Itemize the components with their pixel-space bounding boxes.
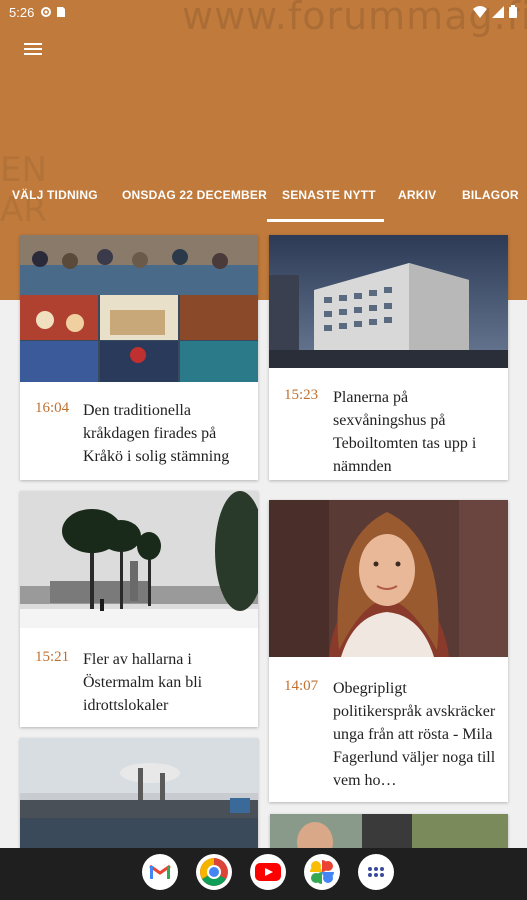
article-headline: Den traditionella kråkdagen firades på K… — [83, 402, 230, 465]
article-time: 15:21 — [35, 649, 70, 665]
status-bar: 5:26 — [0, 0, 527, 24]
article-image — [20, 491, 258, 628]
navigation-bar — [0, 848, 527, 900]
menu-icon[interactable] — [22, 40, 44, 58]
article-image — [20, 738, 258, 848]
sim-card-icon — [57, 7, 66, 17]
article-image — [20, 235, 258, 382]
article-headline: Fler av hallarna i Östermalm kan bli idr… — [83, 651, 203, 714]
tab-valj-tidning[interactable]: VÄLJ TIDNING — [12, 188, 98, 202]
tab-bilagor[interactable]: BILAGOR — [462, 188, 519, 202]
article-card[interactable]: 14:07 Obegripligt politikerspråk avskräc… — [269, 500, 508, 802]
article-time: 14:07 — [284, 678, 319, 694]
article-card[interactable]: 15:21 Fler av hallarna i Östermalm kan b… — [20, 491, 258, 727]
article-image — [269, 235, 508, 368]
photos-icon[interactable] — [304, 854, 340, 890]
article-image — [270, 814, 508, 848]
article-card[interactable]: 15:23 Planerna på sexvåningshus på Teboi… — [269, 235, 508, 480]
wifi-icon — [473, 5, 487, 18]
article-card[interactable] — [270, 814, 508, 848]
article-image — [269, 500, 508, 657]
article-headline: Obegripligt politikerspråk avskräcker un… — [333, 680, 496, 789]
status-time: 5:26 — [9, 4, 35, 20]
active-tab-indicator — [267, 219, 384, 222]
app-dock — [142, 854, 394, 890]
chrome-icon[interactable] — [196, 854, 232, 890]
signal-icon — [492, 5, 504, 18]
tab-arkiv[interactable]: ARKIV — [398, 188, 436, 202]
youtube-icon[interactable] — [250, 854, 286, 890]
article-card[interactable]: 16:04 Den traditionella kråkdagen firade… — [20, 235, 258, 480]
article-time: 15:23 — [284, 387, 319, 403]
article-headline: Planerna på sexvåningshus på Teboiltomte… — [333, 389, 477, 475]
article-time: 16:04 — [35, 400, 70, 416]
tab-onsdag[interactable]: ONSDAG 22 DECEMBER — [122, 188, 267, 202]
tab-bar: VÄLJ TIDNING ONSDAG 22 DECEMBER SENASTE … — [0, 180, 527, 224]
battery-icon — [509, 5, 517, 18]
article-card[interactable] — [20, 738, 258, 848]
app-drawer-icon[interactable] — [358, 854, 394, 890]
tab-senaste-nytt[interactable]: SENASTE NYTT — [282, 188, 376, 202]
gmail-icon[interactable] — [142, 854, 178, 890]
settings-icon — [41, 7, 52, 17]
